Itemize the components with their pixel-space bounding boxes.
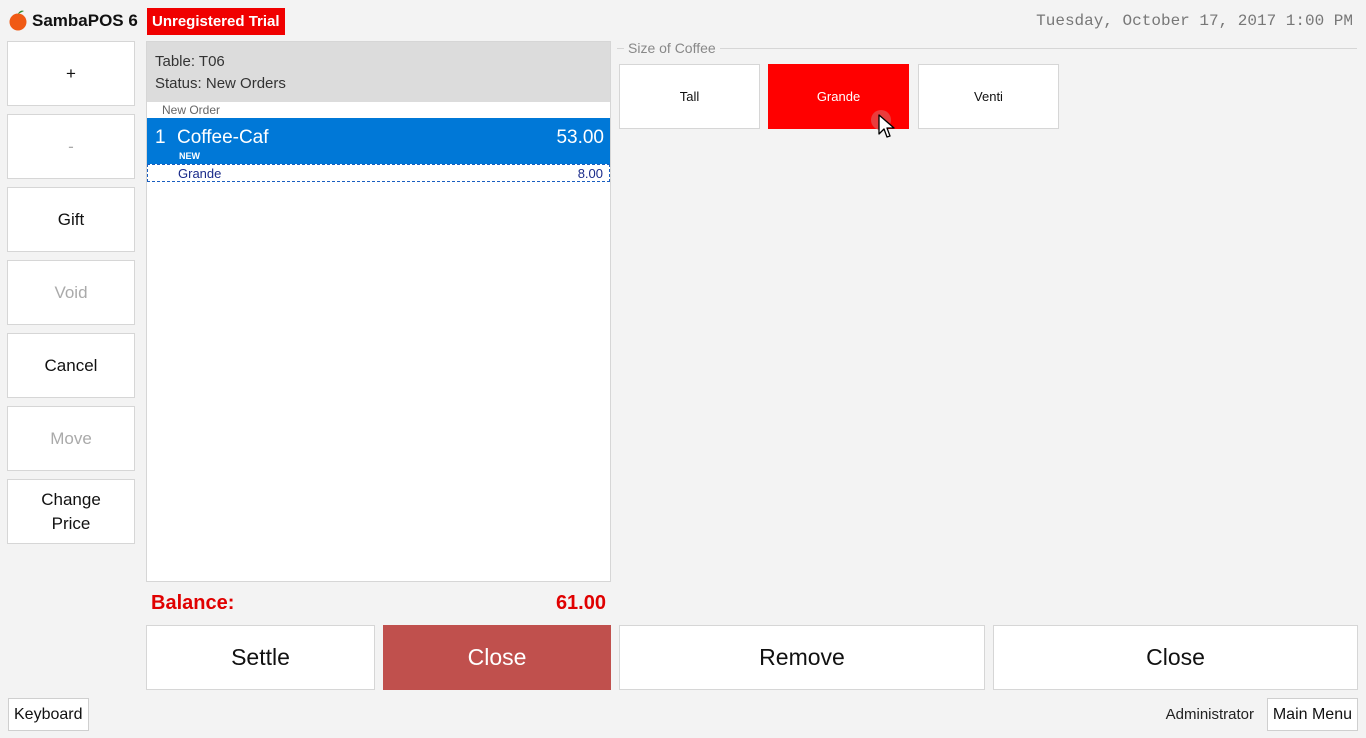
balance-label: Balance: — [151, 592, 235, 614]
change-price-label-line1: Change — [41, 489, 101, 509]
app-title: SambaPOS 6 — [32, 11, 138, 30]
modifier-name: Grande — [178, 166, 222, 181]
order-new-tag: NEW — [179, 151, 200, 161]
change-price-label-line2: Price — [51, 513, 91, 533]
logged-in-user: Administrator — [1165, 706, 1254, 723]
void-button[interactable]: Void — [7, 260, 135, 325]
order-price: 53.00 — [556, 127, 604, 148]
order-modifier-line[interactable]: Grande 8.00 — [147, 164, 610, 182]
size-group-title: Size of Coffee — [624, 40, 720, 56]
keyboard-button[interactable]: Keyboard — [8, 698, 89, 731]
order-quantity: 1 — [155, 127, 166, 148]
cancel-button[interactable]: Cancel — [7, 333, 135, 398]
trial-badge: Unregistered Trial — [147, 8, 285, 35]
ticket-table: Table: T06 — [155, 53, 225, 70]
close-button[interactable]: Close — [993, 625, 1358, 690]
size-option-venti[interactable]: Venti — [918, 64, 1059, 129]
gift-button[interactable]: Gift — [7, 187, 135, 252]
modifier-price: 8.00 — [577, 166, 603, 181]
order-name: Coffee-Caf — [177, 127, 269, 148]
close-ticket-button[interactable]: Close — [383, 625, 611, 690]
datetime-display: Tuesday, October 17, 2017 1:00 PM — [1036, 12, 1353, 30]
size-option-tall[interactable]: Tall — [619, 64, 760, 129]
remove-button[interactable]: Remove — [619, 625, 985, 690]
main-menu-button[interactable]: Main Menu — [1266, 698, 1358, 731]
change-price-button[interactable]: Change Price — [7, 479, 135, 544]
settle-button[interactable]: Settle — [146, 625, 375, 690]
order-group-label: New Order — [162, 103, 221, 117]
ticket-header: Table: T06 Status: New Orders — [147, 42, 610, 102]
ticket-panel: Table: T06 Status: New Orders New Order … — [146, 41, 611, 582]
decrease-quantity-button[interactable]: - — [7, 114, 135, 179]
ticket-status: Status: New Orders — [155, 75, 286, 92]
mouse-pointer-icon — [878, 114, 895, 138]
move-button[interactable]: Move — [7, 406, 135, 471]
balance-value: 61.00 — [555, 592, 606, 614]
sambapos-logo-icon — [9, 10, 27, 31]
order-line[interactable]: 1 Coffee-Caf 53.00 NEW — [147, 118, 610, 164]
increase-quantity-button[interactable]: + — [7, 41, 135, 106]
